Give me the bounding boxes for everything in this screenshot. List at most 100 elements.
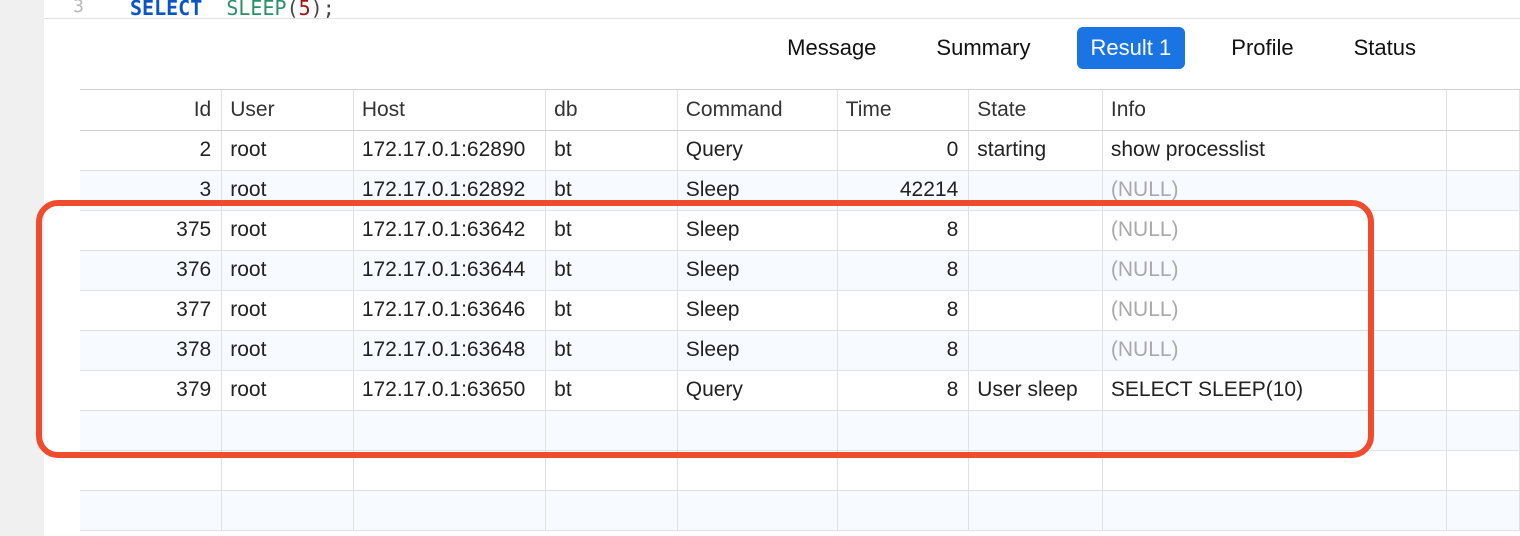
- cell-user[interactable]: root: [222, 330, 354, 370]
- cell-id[interactable]: 376: [80, 250, 222, 290]
- tab-profile[interactable]: Profile: [1217, 27, 1307, 69]
- cell-user[interactable]: root: [222, 250, 354, 290]
- cell-pad: [1447, 290, 1520, 330]
- cell-time[interactable]: 8: [837, 370, 969, 410]
- cell-time[interactable]: 8: [837, 250, 969, 290]
- cell-host[interactable]: 172.17.0.1:62892: [353, 170, 545, 210]
- table-row[interactable]: 3root172.17.0.1:62892btSleep42214 (NULL): [80, 170, 1520, 210]
- cell-db[interactable]: bt: [546, 170, 678, 210]
- cell-state[interactable]: [969, 170, 1103, 210]
- cell-info[interactable]: (NULL): [1102, 330, 1446, 370]
- cell-db[interactable]: bt: [546, 130, 678, 170]
- col-header-time[interactable]: Time: [837, 90, 969, 130]
- cell-time[interactable]: 0: [837, 130, 969, 170]
- cell-command[interactable]: Sleep: [677, 170, 837, 210]
- cell-host[interactable]: 172.17.0.1:63648: [353, 330, 545, 370]
- cell-host[interactable]: 172.17.0.1:62890: [353, 130, 545, 170]
- tab-message[interactable]: Message: [773, 27, 890, 69]
- cell-empty: [222, 490, 354, 530]
- cell-command[interactable]: Query: [677, 130, 837, 170]
- cell-empty: [546, 450, 678, 490]
- cell-empty: [80, 450, 222, 490]
- cell-state[interactable]: [969, 210, 1103, 250]
- cell-user[interactable]: root: [222, 130, 354, 170]
- keyword-select: SELECT: [130, 0, 202, 20]
- cell-command[interactable]: Sleep: [677, 210, 837, 250]
- cell-empty: [222, 450, 354, 490]
- result-table-container: Id User Host db Command Time State Info …: [80, 89, 1520, 531]
- cell-pad: [1447, 210, 1520, 250]
- cell-pad: [1447, 370, 1520, 410]
- cell-id[interactable]: 377: [80, 290, 222, 330]
- tab-status[interactable]: Status: [1340, 27, 1430, 69]
- cell-info[interactable]: (NULL): [1102, 290, 1446, 330]
- col-header-command[interactable]: Command: [677, 90, 837, 130]
- cell-info[interactable]: (NULL): [1102, 210, 1446, 250]
- sql-code-line[interactable]: SELECT SLEEP(5);: [130, 0, 335, 20]
- col-header-host[interactable]: Host: [353, 90, 545, 130]
- cell-host[interactable]: 172.17.0.1:63650: [353, 370, 545, 410]
- cell-host[interactable]: 172.17.0.1:63642: [353, 210, 545, 250]
- cell-empty: [80, 410, 222, 450]
- results-panel: Message Summary Result 1 Profile Status …: [44, 18, 1520, 536]
- cell-time[interactable]: 8: [837, 210, 969, 250]
- table-row[interactable]: 378root172.17.0.1:63648btSleep8 (NULL): [80, 330, 1520, 370]
- cell-db[interactable]: bt: [546, 250, 678, 290]
- cell-empty: [80, 490, 222, 530]
- cell-pad: [1447, 130, 1520, 170]
- col-header-state[interactable]: State: [969, 90, 1103, 130]
- cell-time[interactable]: 8: [837, 330, 969, 370]
- table-row[interactable]: 375root172.17.0.1:63642btSleep8 (NULL): [80, 210, 1520, 250]
- cell-state[interactable]: [969, 330, 1103, 370]
- tab-result-1[interactable]: Result 1: [1077, 27, 1186, 69]
- cell-empty: [1447, 410, 1520, 450]
- cell-time[interactable]: 42214: [837, 170, 969, 210]
- cell-state[interactable]: [969, 250, 1103, 290]
- cell-time[interactable]: 8: [837, 290, 969, 330]
- cell-empty: [1447, 490, 1520, 530]
- cell-user[interactable]: root: [222, 170, 354, 210]
- cell-empty: [546, 490, 678, 530]
- cell-id[interactable]: 379: [80, 370, 222, 410]
- cell-db[interactable]: bt: [546, 210, 678, 250]
- cell-info[interactable]: SELECT SLEEP(10): [1102, 370, 1446, 410]
- cell-empty: [677, 450, 837, 490]
- cell-id[interactable]: 375: [80, 210, 222, 250]
- col-header-user[interactable]: User: [222, 90, 354, 130]
- cell-state[interactable]: starting: [969, 130, 1103, 170]
- cell-id[interactable]: 378: [80, 330, 222, 370]
- cell-empty: [353, 450, 545, 490]
- cell-id[interactable]: 3: [80, 170, 222, 210]
- cell-user[interactable]: root: [222, 290, 354, 330]
- cell-command[interactable]: Sleep: [677, 250, 837, 290]
- cell-user[interactable]: root: [222, 370, 354, 410]
- cell-db[interactable]: bt: [546, 370, 678, 410]
- cell-db[interactable]: bt: [546, 330, 678, 370]
- editor-gutter: [0, 0, 44, 536]
- table-row[interactable]: 379root172.17.0.1:63650btQuery8User slee…: [80, 370, 1520, 410]
- cell-state[interactable]: [969, 290, 1103, 330]
- cell-user[interactable]: root: [222, 210, 354, 250]
- cell-command[interactable]: Query: [677, 370, 837, 410]
- col-header-id[interactable]: Id: [80, 90, 222, 130]
- cell-host[interactable]: 172.17.0.1:63644: [353, 250, 545, 290]
- table-row[interactable]: 2root172.17.0.1:62890btQuery0startingsho…: [80, 130, 1520, 170]
- cell-id[interactable]: 2: [80, 130, 222, 170]
- cell-command[interactable]: Sleep: [677, 290, 837, 330]
- cell-info[interactable]: (NULL): [1102, 250, 1446, 290]
- cell-info[interactable]: show processlist: [1102, 130, 1446, 170]
- cell-command[interactable]: Sleep: [677, 330, 837, 370]
- cell-db[interactable]: bt: [546, 290, 678, 330]
- table-row[interactable]: 376root172.17.0.1:63644btSleep8 (NULL): [80, 250, 1520, 290]
- table-row[interactable]: 377root172.17.0.1:63646btSleep8 (NULL): [80, 290, 1520, 330]
- col-header-db[interactable]: db: [546, 90, 678, 130]
- null-value: (NULL): [1111, 218, 1179, 241]
- table-row-empty: [80, 490, 1520, 530]
- col-header-info[interactable]: Info: [1102, 90, 1446, 130]
- cell-host[interactable]: 172.17.0.1:63646: [353, 290, 545, 330]
- null-value: (NULL): [1111, 258, 1179, 281]
- tab-summary[interactable]: Summary: [922, 27, 1044, 69]
- cell-info[interactable]: (NULL): [1102, 170, 1446, 210]
- arg-literal: 5: [299, 0, 311, 20]
- cell-state[interactable]: User sleep: [969, 370, 1103, 410]
